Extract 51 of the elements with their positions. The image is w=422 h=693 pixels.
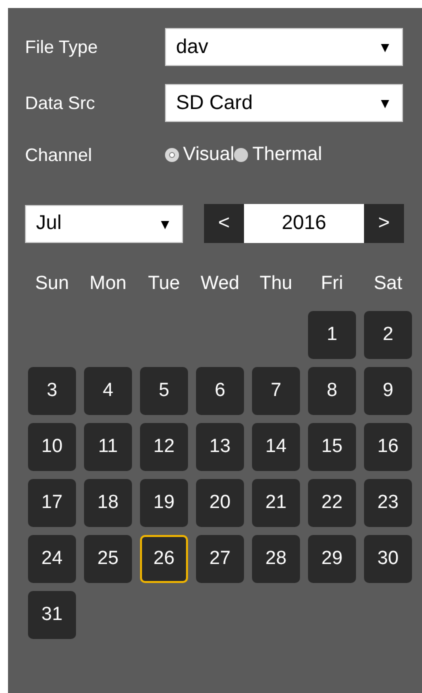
month-dropdown[interactable]: Jul ▼ [25,204,183,242]
weekday-label: Wed [200,273,240,295]
day-button[interactable]: 14 [252,423,300,471]
day-button[interactable]: 3 [28,367,76,415]
day-button[interactable]: 9 [364,367,412,415]
dropdown[interactable]: SD Card ▼ [165,84,403,122]
day-button[interactable]: 1 [308,311,356,359]
day-button[interactable]: 4 [84,367,132,415]
day-button[interactable]: 29 [308,535,356,583]
day-button[interactable]: 12 [140,423,188,471]
next-year-button[interactable]: > [364,204,404,243]
day-button[interactable]: 30 [364,535,412,583]
day-button[interactable]: 17 [28,479,76,527]
day-button[interactable]: 25 [84,535,132,583]
day-button[interactable]: 13 [196,423,244,471]
dropdown[interactable]: dav ▼ [165,28,403,66]
day-button[interactable]: 8 [308,367,356,415]
day-button[interactable]: 15 [308,423,356,471]
field-label: Data Src [25,92,96,114]
weekday-label: Fri [320,273,344,295]
day-button[interactable]: 23 [364,479,412,527]
weekday-label: Sat [372,273,404,295]
channel-label: Channel [25,144,94,166]
day-button[interactable]: 21 [252,479,300,527]
day-button[interactable]: 6 [196,367,244,415]
day-button[interactable]: 19 [140,479,188,527]
radio-icon[interactable] [165,148,179,162]
weekday-label: Sun [34,273,70,295]
year-field[interactable]: 2016 [244,204,364,243]
radio-option[interactable]: Thermal [234,144,322,166]
radio-icon[interactable] [234,148,248,162]
weekday-label: Mon [88,273,128,295]
day-button[interactable]: 11 [84,423,132,471]
day-button[interactable]: 28 [252,535,300,583]
day-button[interactable]: 16 [364,423,412,471]
day-button[interactable]: 26 [140,535,188,583]
day-button[interactable]: 24 [28,535,76,583]
weekday-label: Thu [258,273,294,295]
day-button[interactable]: 2 [364,311,412,359]
radio-option[interactable]: Visual [165,144,234,166]
day-button[interactable]: 22 [308,479,356,527]
day-button[interactable]: 20 [196,479,244,527]
day-button[interactable]: 10 [28,423,76,471]
day-button[interactable]: 31 [28,591,76,639]
day-button[interactable]: 7 [252,367,300,415]
day-button[interactable]: 18 [84,479,132,527]
weekday-label: Tue [146,273,182,295]
day-button[interactable]: 27 [196,535,244,583]
day-button[interactable]: 5 [140,367,188,415]
previous-year-button[interactable]: < [204,204,244,243]
field-label: File Type [25,36,99,58]
